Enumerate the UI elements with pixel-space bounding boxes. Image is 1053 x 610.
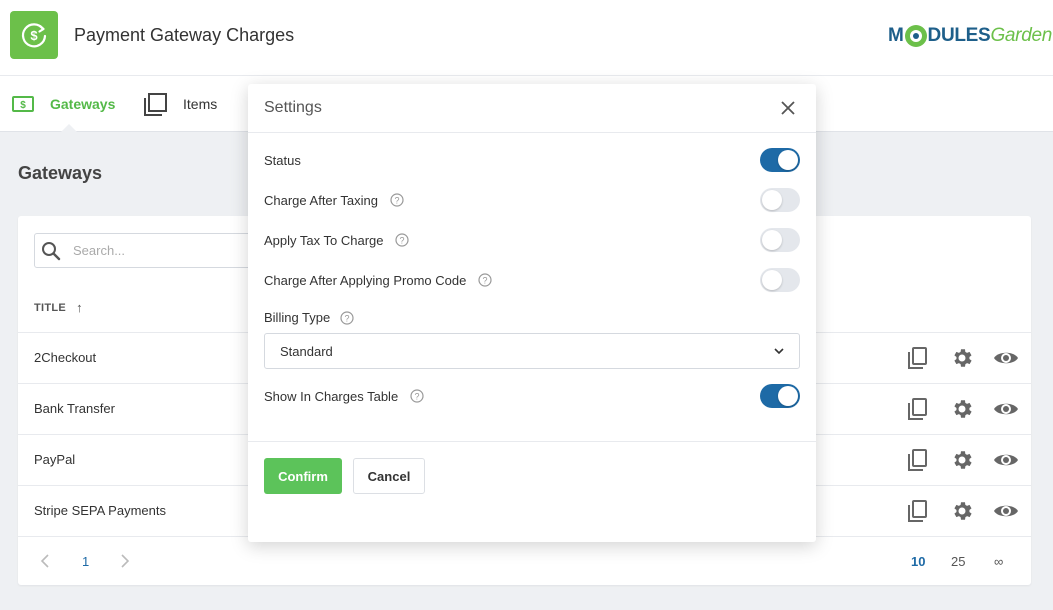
- field-charge-after-promo: Charge After Applying Promo Code ?: [264, 268, 800, 292]
- field-label: Show In Charges Table: [264, 388, 399, 404]
- modal-header: Settings: [248, 84, 816, 133]
- gateway-name: Bank Transfer: [34, 401, 115, 416]
- brand-text-dules: DULES: [927, 25, 991, 46]
- search-input[interactable]: [73, 243, 233, 258]
- field-label: Charge After Applying Promo Code: [264, 272, 467, 288]
- brand-text-m: M: [888, 25, 904, 46]
- row-actions: [905, 345, 1019, 371]
- search-box[interactable]: [34, 233, 274, 268]
- help-icon[interactable]: ?: [340, 310, 354, 325]
- per-page-all[interactable]: ∞: [994, 554, 1003, 569]
- help-icon[interactable]: ?: [410, 389, 424, 403]
- status-toggle[interactable]: [760, 148, 800, 172]
- field-label: Status: [264, 152, 301, 168]
- section-heading: Gateways: [18, 163, 103, 183]
- brand-text-garden: Garden: [990, 25, 1053, 46]
- field-label: Apply Tax To Charge: [264, 232, 384, 248]
- chevron-down-icon: [773, 345, 785, 357]
- show-in-charges-table-toggle[interactable]: [760, 384, 800, 408]
- dollar-bill-icon: $: [12, 96, 34, 112]
- field-show-in-charges-table: Show In Charges Table ?: [264, 384, 800, 408]
- svg-text:?: ?: [394, 196, 399, 206]
- modulesgarden-logo[interactable]: M DULES Garden: [888, 22, 1052, 50]
- settings-modal: Settings Status Charge After Taxing ? Ap…: [248, 84, 816, 542]
- field-label: Charge After Taxing: [264, 192, 378, 208]
- apply-tax-toggle[interactable]: [760, 228, 800, 252]
- per-page-10[interactable]: 10: [911, 554, 925, 569]
- app-logo: $: [10, 11, 58, 59]
- row-actions: [905, 498, 1019, 524]
- gateway-name: 2Checkout: [34, 350, 97, 365]
- duplicate-icon[interactable]: [905, 498, 931, 524]
- copy-icon: [144, 92, 167, 116]
- modal-footer: Confirm Cancel: [248, 441, 816, 542]
- cancel-button[interactable]: Cancel: [353, 458, 425, 494]
- gear-icon[interactable]: [949, 345, 975, 371]
- eye-icon[interactable]: [993, 396, 1019, 422]
- duplicate-icon[interactable]: [905, 345, 931, 371]
- help-icon[interactable]: ?: [478, 273, 492, 287]
- column-header-title[interactable]: TITLE ↑: [34, 300, 83, 315]
- tab-items-label: Items: [183, 96, 218, 112]
- next-page-button[interactable]: [120, 554, 130, 571]
- eye-icon[interactable]: [993, 345, 1019, 371]
- field-apply-tax-to-charge: Apply Tax To Charge ?: [264, 228, 800, 252]
- sort-ascending-icon[interactable]: ↑: [76, 300, 83, 315]
- row-actions: [905, 447, 1019, 473]
- billing-type-value: Standard: [280, 343, 333, 359]
- svg-text:$: $: [20, 100, 26, 111]
- prev-page-button[interactable]: [40, 554, 50, 571]
- pagination-bar: 1 10 25 ∞: [18, 536, 1031, 585]
- gear-icon[interactable]: [949, 447, 975, 473]
- gear-icon[interactable]: [949, 498, 975, 524]
- chevron-left-icon: [40, 554, 49, 568]
- billing-type-select[interactable]: Standard: [264, 333, 800, 369]
- row-actions: [905, 396, 1019, 422]
- modal-title: Settings: [264, 99, 322, 116]
- help-icon[interactable]: ?: [390, 193, 404, 207]
- tab-gateways-label: Gateways: [50, 96, 116, 112]
- svg-text:?: ?: [483, 276, 488, 286]
- tab-items[interactable]: Items: [144, 76, 217, 132]
- svg-text:?: ?: [400, 236, 405, 246]
- svg-text:$: $: [30, 28, 38, 43]
- per-page-25[interactable]: 25: [951, 554, 965, 569]
- field-charge-after-taxing: Charge After Taxing ?: [264, 188, 800, 212]
- billing-type-text: Billing Type: [264, 310, 331, 325]
- search-icon: [42, 241, 61, 260]
- charge-after-taxing-toggle[interactable]: [760, 188, 800, 212]
- eye-icon[interactable]: [993, 498, 1019, 524]
- page-number-1[interactable]: 1: [82, 554, 89, 569]
- confirm-button[interactable]: Confirm: [264, 458, 342, 494]
- app-header: $ Payment Gateway Charges M DULES Garden: [0, 0, 1053, 76]
- chevron-right-icon: [121, 554, 130, 568]
- billing-type-label: Billing Type ?: [264, 310, 354, 325]
- eye-icon[interactable]: [993, 447, 1019, 473]
- charge-after-promo-toggle[interactable]: [760, 268, 800, 292]
- active-tab-indicator: [61, 124, 77, 132]
- duplicate-icon[interactable]: [905, 447, 931, 473]
- page-title: Payment Gateway Charges: [74, 25, 295, 45]
- gear-icon[interactable]: [949, 396, 975, 422]
- dollar-refresh-icon: $: [21, 23, 47, 48]
- close-icon[interactable]: [778, 98, 798, 118]
- gateway-name: PayPal: [34, 452, 76, 467]
- field-status: Status: [264, 148, 800, 172]
- help-icon[interactable]: ?: [395, 233, 410, 247]
- brand-globe-icon: [904, 25, 927, 47]
- svg-text:?: ?: [345, 313, 350, 323]
- duplicate-icon[interactable]: [905, 396, 931, 422]
- column-title-label: TITLE: [34, 301, 67, 314]
- svg-text:?: ?: [415, 392, 420, 402]
- gateway-name: Stripe SEPA Payments: [34, 503, 166, 518]
